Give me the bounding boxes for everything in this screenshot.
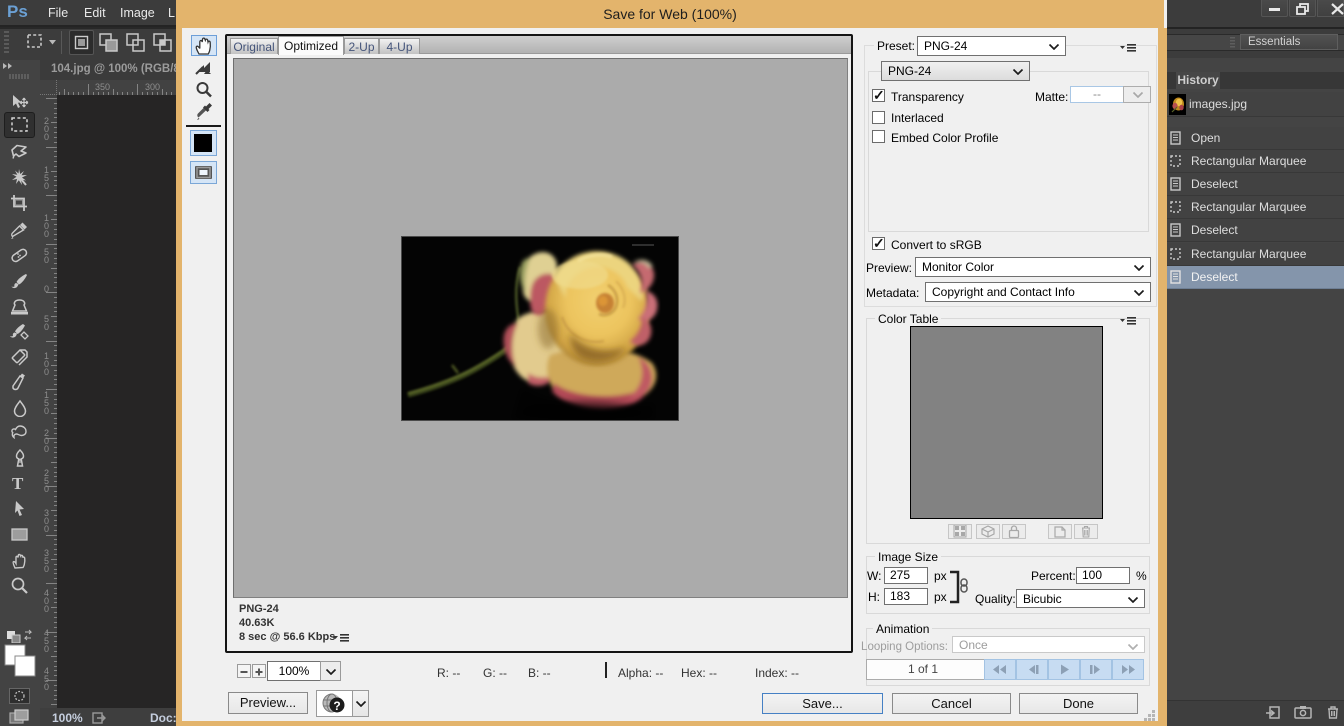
svg-text:?: ? bbox=[333, 699, 340, 713]
